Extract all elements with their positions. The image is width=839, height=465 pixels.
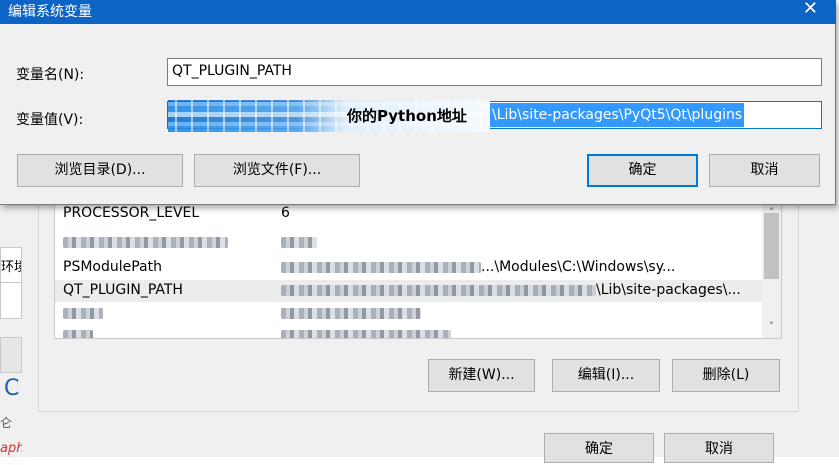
variable-name-label: 变量名(N): [16,67,85,83]
variable-value: ...\Modules\C:\Windows\sy... [281,259,761,275]
delete-variable-button[interactable]: 删除(L) [672,359,780,392]
variable-value-redacted [281,327,761,338]
variable-value-tail: ...\Modules\C:\Windows\sy... [481,259,676,275]
system-variables-list[interactable]: PROCESSOR_LEVEL 6 PSModulePath ...\Modul… [54,205,782,339]
edit-system-variable-dialog: 编辑系统变量 ✕ 变量名(N): QT_PLUGIN_PATH 变量值(V): … [0,0,836,205]
variable-name: PSModulePath [63,259,162,275]
variable-value-redacted [281,305,761,321]
table-row[interactable] [55,325,762,338]
new-variable-button[interactable]: 新建(W)... [428,359,535,392]
variable-value-selected-text[interactable]: \Lib\site-packages\PyQt5\Qt\plugins [490,103,745,127]
env-ok-button[interactable]: 确定 [544,433,654,463]
variable-name-redacted [63,327,93,338]
table-row[interactable] [55,232,762,254]
left-window-cell-empty [0,283,22,319]
variable-name: PROCESSOR_LEVEL [63,205,200,221]
variable-value-redacted [281,234,761,250]
variable-name-value: QT_PLUGIN_PATH [172,63,292,79]
title-bar[interactable]: 编辑系统变量 ✕ [0,0,836,24]
scrollbar-thumb[interactable] [764,213,779,279]
table-row-selected[interactable]: QT_PLUGIN_PATH \Lib\site-packages\... [55,280,762,302]
table-row[interactable] [55,303,762,325]
left-window-small-text: 仑 [0,416,13,430]
variable-name: QT_PLUGIN_PATH [63,282,183,298]
table-row[interactable]: PROCESSOR_LEVEL 6 [55,205,762,231]
variable-value-tail: \Lib\site-packages\... [596,282,741,298]
ok-button[interactable]: 确定 [587,154,698,187]
env-cancel-button[interactable]: 取消 [664,433,774,463]
variable-value: 6 [281,205,290,221]
close-icon[interactable]: ✕ [803,0,818,19]
left-window-cell: 环境 [0,247,22,283]
variable-value-label: 变量值(V): [16,112,84,128]
left-window-blue-text: C [4,376,20,401]
python-path-annotation: 你的Python地址 [347,107,467,125]
edit-variable-button[interactable]: 编辑(I)... [552,359,660,392]
variable-value: \Lib\site-packages\... [281,282,761,298]
left-window-cell-empty-2 [0,337,22,373]
variable-name-redacted [63,234,228,250]
scroll-down-icon[interactable]: ˅ [762,319,781,335]
table-row[interactable]: PSModulePath ...\Modules\C:\Windows\sy..… [55,257,762,279]
browse-directory-button[interactable]: 浏览目录(D)... [17,154,183,187]
browse-file-button[interactable]: 浏览文件(F)... [194,154,360,187]
vertical-scrollbar[interactable]: ˄ ˅ [762,205,781,338]
variable-name-input[interactable]: QT_PLUGIN_PATH [167,58,822,86]
dialog-title: 编辑系统变量 [8,4,92,20]
left-window-red-text: aph [0,441,25,456]
left-window-cell-text: 环境 [1,260,21,275]
variable-name-redacted [63,305,103,321]
cancel-button[interactable]: 取消 [709,154,820,187]
